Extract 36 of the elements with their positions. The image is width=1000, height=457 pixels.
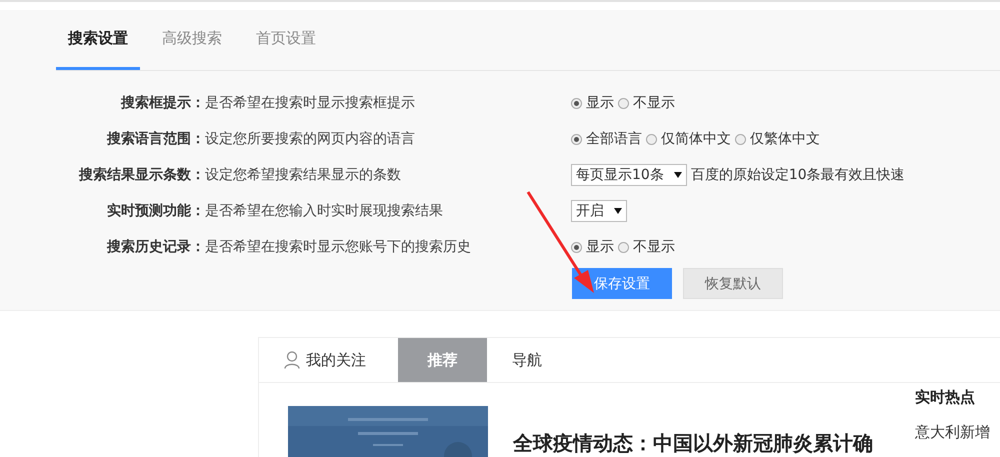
hot-title: 实时热点 <box>915 388 976 407</box>
radio-label[interactable]: 不显示 <box>633 238 675 256</box>
setting-label: 搜索框提示： <box>120 94 205 112</box>
caret-icon <box>674 172 682 178</box>
radio-label[interactable]: 显示 <box>586 94 614 112</box>
dropdown[interactable]: 开启 <box>571 200 627 222</box>
setting-label: 搜索语言范围： <box>106 130 205 148</box>
setting-description: 是否希望在您输入时实时展现搜索结果 <box>205 202 444 220</box>
radio-button[interactable] <box>646 134 657 144</box>
setting-label: 实时预测功能： <box>106 202 205 220</box>
setting-description: 设定您希望搜索结果显示的条数 <box>205 166 402 184</box>
radio-label[interactable]: 仅繁体中文 <box>750 130 820 148</box>
radio-button[interactable] <box>618 242 629 252</box>
radio-label[interactable]: 显示 <box>586 238 614 256</box>
setting-description: 设定您所要搜索的网页内容的语言 <box>205 130 416 148</box>
caret-icon <box>614 208 622 214</box>
setting-description: 是否希望在搜索时显示您账号下的搜索历史 <box>205 238 472 256</box>
setting-label: 搜索结果显示条数： <box>78 166 205 184</box>
news-headline[interactable]: 全球疫情动态：中国以外新冠肺炎累计确 <box>513 430 873 457</box>
radio-label[interactable]: 全部语言 <box>586 130 642 148</box>
dropdown-note: 百度的原始设定10条最有效且快速 <box>690 166 905 184</box>
reset-button[interactable]: 恢复默认 <box>683 268 783 299</box>
hot-item[interactable]: 意大利新增 <box>915 423 990 442</box>
radio-button[interactable] <box>618 98 629 108</box>
radio-button[interactable] <box>571 242 582 252</box>
feed-tab[interactable]: 我的关注 <box>259 338 398 382</box>
settings-tab[interactable]: 搜索设置 <box>56 10 140 70</box>
radio-button[interactable] <box>571 134 582 144</box>
setting-description: 是否希望在搜索时显示搜索框提示 <box>205 94 416 112</box>
setting-label: 搜索历史记录： <box>106 238 205 256</box>
radio-button[interactable] <box>571 98 582 108</box>
radio-label[interactable]: 仅简体中文 <box>661 130 731 148</box>
radio-label[interactable]: 不显示 <box>633 94 675 112</box>
dropdown[interactable]: 每页显示10条 <box>571 164 687 186</box>
radio-button[interactable] <box>735 134 746 144</box>
feed-tab[interactable]: 导航 <box>487 338 567 382</box>
